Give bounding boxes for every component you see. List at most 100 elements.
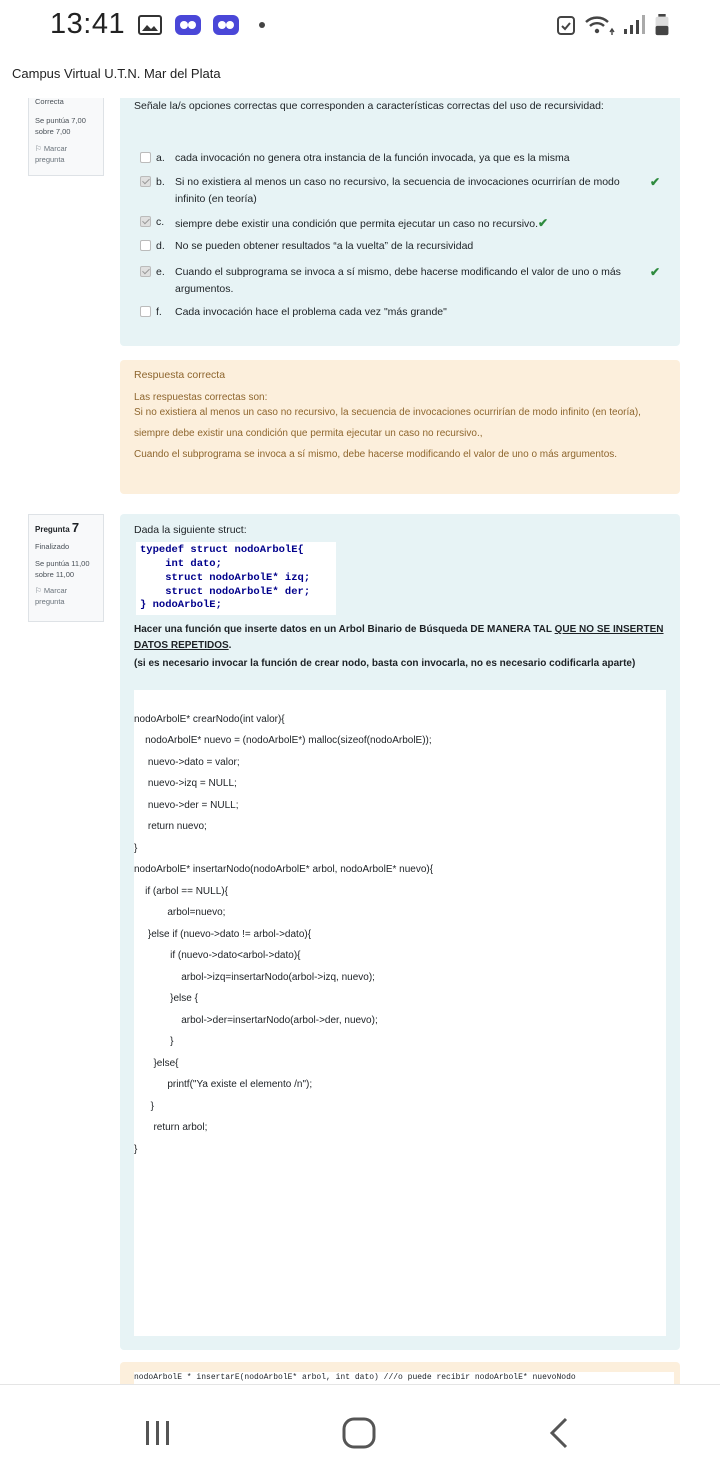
answer-line: nodoArbolE* nuevo = (nodoArbolE*) malloc… [134, 735, 432, 746]
grade-line: sobre 11,00 [35, 569, 75, 579]
option-letter: b. [156, 176, 165, 188]
site-title[interactable]: Campus Virtual U.T.N. Mar del Plata [12, 66, 221, 81]
answer-line: return arbol; [134, 1122, 208, 1133]
app-notification-icon [175, 15, 201, 35]
question-state: Finalizado [35, 541, 70, 551]
system-navigation-bar [0, 1384, 720, 1480]
answer-line: } [134, 1036, 174, 1047]
grade-line: sobre 7,00 [35, 126, 71, 136]
answer-line: printf("Ya existe el elemento /n"); [134, 1079, 313, 1090]
option-letter: f. [156, 306, 162, 318]
flag-question-link[interactable]: ⚐ Marcar pregunta [35, 586, 97, 608]
answer-line: arbol=nuevo; [134, 907, 226, 918]
question-6-box: Señale la/s opciones correctas que corre… [120, 98, 680, 346]
status-bar: 13:41 [0, 0, 720, 52]
app-bar: Campus Virtual U.T.N. Mar del Plata [0, 52, 720, 98]
status-time: 13:41 [50, 8, 126, 40]
flag-icon: ⚐ [35, 586, 44, 596]
answer-line: } [134, 843, 138, 854]
question-6-info: Correcta Se puntúa 7,00 sobre 7,00 ⚐ Mar… [28, 98, 104, 176]
question-7-info: Pregunta 7 Finalizado Se puntúa 11,00 so… [28, 514, 104, 622]
question-note: (si es necesario invocar la función de c… [134, 658, 636, 669]
code-line: int dato; [140, 557, 222, 570]
flag-label: Marcar [43, 586, 68, 596]
answer-line: arbol->izq=insertarNodo(arbol->izq, nuev… [134, 972, 375, 983]
question-grade: Se puntúa 7,00 sobre 7,00 [35, 116, 97, 138]
question-label: Pregunta [35, 525, 70, 534]
option-letter: a. [156, 152, 165, 164]
answer-line: } [134, 1101, 155, 1112]
question-grade: Se puntúa 11,00 sobre 11,00 [35, 559, 97, 581]
signal-icon [624, 15, 645, 34]
code-line: typedef struct nodoArbolE{ [140, 544, 304, 556]
instruction-end: . [228, 639, 232, 651]
instruction-text: Hacer una función que inserte datos en u… [134, 624, 555, 635]
wifi-icon [585, 16, 615, 35]
code-line: } nodoArbolE; [140, 599, 222, 612]
option-text: Si no existiera al menos un caso no recu… [175, 176, 620, 205]
question-intro: Dada la siguiente struct: [134, 524, 247, 536]
option-text: Cuando el subprograma se invoca a sí mis… [175, 266, 621, 295]
struct-code-image: typedef struct nodoArbolE{ int dato; str… [136, 542, 336, 616]
flag-label: pregunta [35, 597, 65, 607]
question-state: Correcta [35, 98, 64, 106]
quiz-review-content[interactable]: Correcta Se puntúa 7,00 sobre 7,00 ⚐ Mar… [0, 98, 720, 1384]
question-6-feedback: Respuesta correcta Las respuestas correc… [120, 360, 680, 494]
answer-line: }else { [134, 993, 198, 1004]
question-7-feedback: nodoArbolE * insertarE(nodoArbolE* arbol… [120, 1362, 680, 1384]
option-checkbox[interactable] [140, 216, 151, 227]
back-icon[interactable] [544, 1415, 574, 1451]
question-instruction: Hacer una función que inserte datos en u… [134, 622, 670, 653]
grade-line: Se puntúa 7,00 [35, 115, 86, 125]
answer-line: if (nuevo->dato<arbol->dato){ [134, 950, 301, 961]
option-text-wrap: siempre debe existir una condición que p… [175, 214, 635, 233]
answer-line: nodoArbolE* insertarNodo(nodoArbolE* arb… [134, 864, 434, 875]
code-line: struct nodoArbolE* der; [140, 585, 311, 598]
gallery-notification-icon [138, 15, 162, 35]
grade-line: Se puntúa 11,00 [35, 558, 90, 568]
option-letter: c. [156, 216, 165, 228]
code-line: struct nodoArbolE* izq; [140, 571, 311, 584]
option-letter: e. [156, 266, 165, 278]
option-checkbox[interactable] [140, 152, 151, 163]
option-text: cada invocación no genera otra instancia… [175, 152, 570, 164]
answer-line: nodoArbolE* crearNodo(int valor){ [134, 714, 285, 725]
flag-label: pregunta [35, 154, 65, 164]
question-number-value: 7 [71, 520, 80, 535]
correct-answer: Si no existiera al menos un caso no recu… [134, 407, 641, 418]
option-checkbox[interactable] [140, 240, 151, 251]
answer-line: }else if (nuevo->dato != arbol->dato){ [134, 929, 312, 940]
battery-icon [655, 14, 669, 36]
app-notification-icon-2 [213, 15, 239, 35]
answer-line: return nuevo; [134, 821, 207, 832]
option-checkbox[interactable] [140, 266, 151, 277]
option-checkbox[interactable] [140, 176, 151, 187]
answer-line: nuevo->izq = NULL; [134, 778, 237, 789]
answer-line: }else{ [134, 1058, 179, 1069]
flag-question-link[interactable]: ⚐ Marcar pregunta [35, 144, 97, 166]
answer-line: nuevo->dato = valor; [134, 757, 240, 768]
answer-text-editor[interactable]: nodoArbolE* crearNodo(int valor){ nodoAr… [134, 690, 666, 1336]
question-prompt: Señale la/s opciones correctas que corre… [134, 100, 604, 112]
answer-line: if (arbol == NULL){ [134, 886, 228, 897]
home-icon[interactable] [340, 1415, 378, 1451]
option-text: Cada invocación hace el problema cada ve… [175, 306, 447, 318]
correct-answer: siempre debe existir una condición que p… [134, 428, 483, 439]
correct-answers-list: Las respuestas correctas son: Si no exis… [134, 390, 664, 462]
feedback-title: Respuesta correcta [134, 369, 226, 381]
feedback-intro: Las respuestas correctas son: [134, 392, 268, 403]
option-text: No se pueden obtener resultados “a la vu… [175, 240, 474, 252]
more-notifications-dot-icon [259, 22, 265, 28]
question-7-box: Dada la siguiente struct: typedef struct… [120, 514, 680, 1350]
feedback-code-image: nodoArbolE * insertarE(nodoArbolE* arbol… [134, 1372, 674, 1384]
recent-apps-icon[interactable] [140, 1415, 176, 1451]
option-letter: d. [156, 240, 165, 252]
flag-icon: ⚐ [35, 143, 44, 153]
answer-line: } [134, 1144, 138, 1155]
option-text: siempre debe existir una condición que p… [175, 218, 539, 230]
correct-answer: Cuando el subprograma se invoca a sí mis… [134, 449, 618, 460]
option-checkbox[interactable] [140, 306, 151, 317]
correct-check-icon: ✔ [650, 265, 661, 279]
correct-check-icon: ✔ [650, 175, 661, 189]
answer-line: nuevo->der = NULL; [134, 800, 239, 811]
